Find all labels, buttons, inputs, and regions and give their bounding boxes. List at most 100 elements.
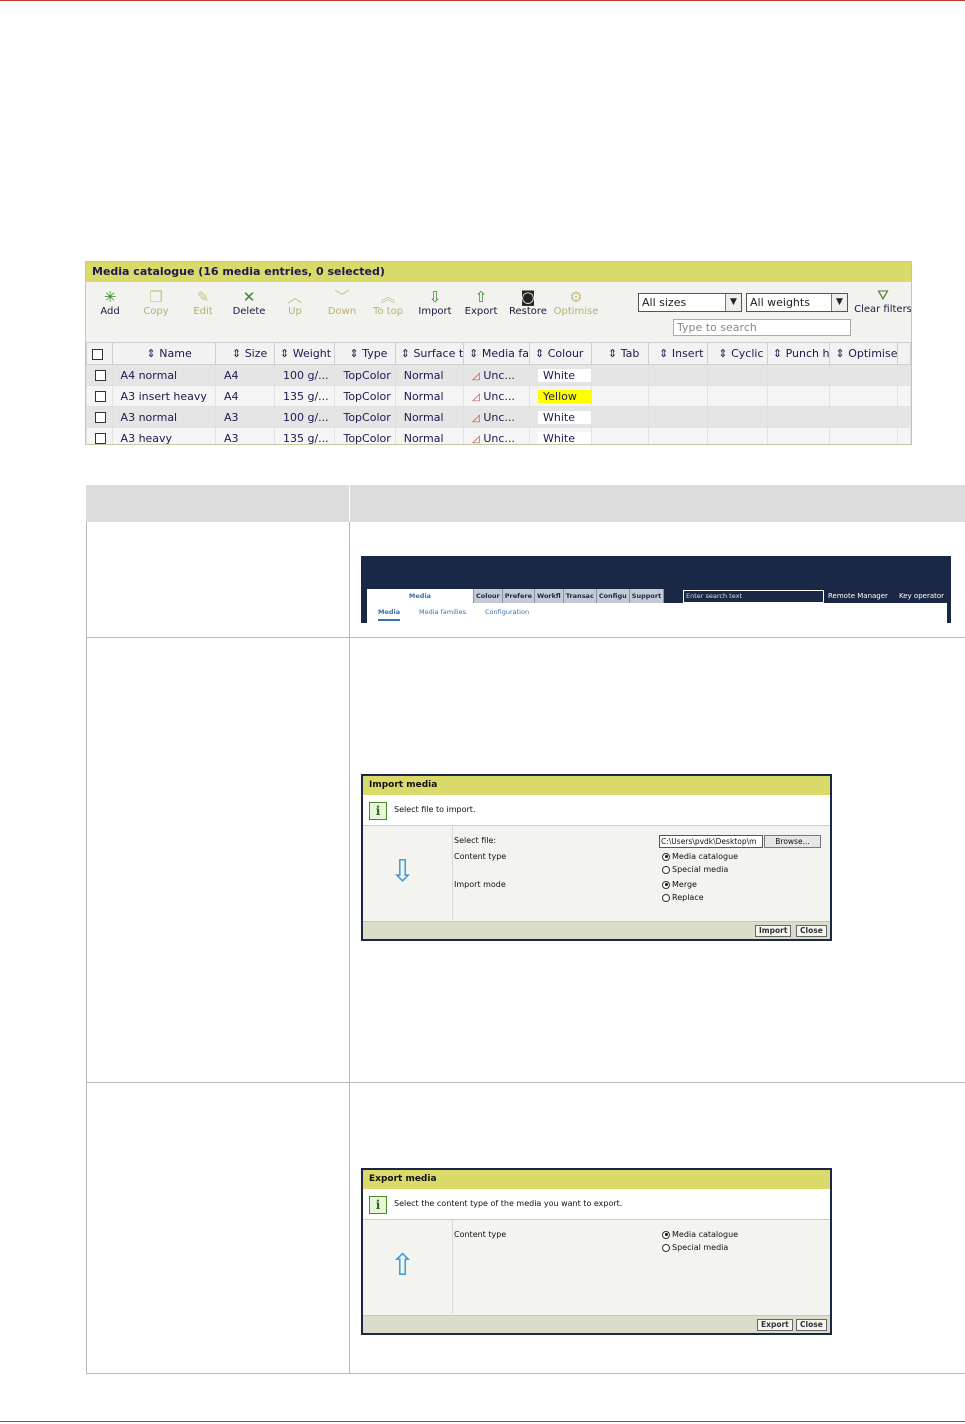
tab-support[interactable]: Support [629, 589, 665, 603]
size-filter-select[interactable]: All sizes ▼ [638, 293, 742, 312]
dialog-info-text: Select the content type of the media you… [394, 1199, 623, 1208]
media-family-icon: ◿ [472, 391, 480, 403]
subtab-media[interactable]: Media [378, 608, 401, 621]
radio-special-media[interactable]: Special media [662, 1243, 728, 1252]
export-large-icon: ⇧ [390, 1248, 416, 1283]
navigation-bar-screenshot: Media Colour Prefere Workfl Transac Conf… [361, 556, 951, 623]
row-checkbox[interactable] [86, 427, 113, 444]
table-row[interactable]: A3 insert heavy A4 135 g/... TopColor No… [86, 385, 911, 407]
column-header-spacer [897, 342, 911, 365]
media-family-icon: ◿ [472, 412, 480, 424]
export-button[interactable]: ⇧ Export [458, 288, 504, 317]
close-button[interactable]: Close [796, 925, 827, 937]
select-file-label: Select file: [454, 836, 497, 845]
edit-button[interactable]: ✎ Edit [180, 288, 226, 317]
select-all-checkbox[interactable] [86, 342, 113, 365]
table-row[interactable]: A3 heavy A3 135 g/... TopColor Normal ◿ … [86, 427, 911, 445]
tab-configuration[interactable]: Configu [596, 589, 630, 603]
import-media-dialog: Import media i Select file to import. ⇩ … [361, 774, 832, 941]
restore-button[interactable]: ◙ Restore [505, 288, 551, 317]
clear-filters-button[interactable]: ⛛ Clear filters [854, 288, 911, 315]
import-large-icon: ⇩ [390, 854, 416, 889]
column-header-type[interactable]: ⇕ Type [334, 342, 396, 365]
down-icon: ﹀ [334, 288, 350, 306]
add-icon: ✳ [103, 288, 117, 306]
remote-manager-link[interactable]: Remote Manager [828, 592, 888, 600]
column-header-surface[interactable]: ⇕ Surface t [394, 342, 465, 365]
browse-button[interactable]: Browse... [764, 835, 821, 848]
radio-replace[interactable]: Replace [662, 893, 704, 902]
restore-icon: ◙ [520, 288, 536, 306]
copy-icon: ❐ [149, 288, 163, 306]
radio-merge[interactable]: Merge [662, 880, 697, 889]
edit-icon: ✎ [196, 288, 210, 306]
tab-colour[interactable]: Colour [474, 589, 503, 603]
up-icon: ︿ [287, 288, 303, 306]
sub-tabs: Media Media families Configuration [367, 603, 947, 623]
column-header-media-family[interactable]: ⇕ Media fa [463, 342, 531, 365]
key-operator-link[interactable]: Key operator [899, 592, 944, 600]
export-icon: ⇧ [474, 288, 488, 306]
page-top-rule [0, 0, 965, 1]
up-button[interactable]: ︿ Up [272, 288, 318, 317]
subtab-configuration[interactable]: Configuration [485, 608, 529, 616]
column-header-name[interactable]: ⇕ Name [111, 342, 216, 365]
media-table: ⇕ Name ⇕ Size ⇕ Weight ⇕ Type ⇕ Surface … [86, 342, 911, 445]
delete-button[interactable]: ✕ Delete [226, 288, 272, 317]
to-top-icon: ︽ [380, 288, 396, 306]
info-icon: i [369, 1196, 387, 1214]
column-header-cyclic[interactable]: ⇕ Cyclic [707, 342, 768, 365]
export-media-dialog: Export media i Select the content type o… [361, 1168, 832, 1335]
row-checkbox[interactable] [86, 364, 113, 386]
tab-transactions[interactable]: Transac [563, 589, 597, 603]
content-type-label: Content type [454, 852, 507, 861]
optimise-button[interactable]: ⚙ Optimise [553, 288, 599, 317]
column-header-size[interactable]: ⇕ Size [214, 342, 276, 365]
import-button[interactable]: ⇩ Import [412, 288, 458, 317]
weight-filter-select[interactable]: All weights ▼ [746, 293, 848, 312]
table-row[interactable]: A3 normal A3 100 g/... TopColor Normal ◿… [86, 406, 911, 428]
funnel-clear-icon: ⛛ [877, 288, 889, 304]
file-path-input[interactable]: C:\Users\pvdk\Desktop\m [659, 835, 763, 848]
catalogue-search-input[interactable]: Type to search [673, 319, 851, 336]
tab-preferences[interactable]: Prefere [502, 589, 535, 603]
main-tabs: Media Colour Prefere Workfl Transac Conf… [367, 589, 665, 603]
table-row[interactable]: A4 normal A4 100 g/... TopColor Normal ◿… [86, 364, 911, 386]
info-icon: i [369, 802, 387, 820]
to-top-button[interactable]: ︽ To top [365, 288, 411, 317]
column-header-punch[interactable]: ⇕ Punch h [766, 342, 831, 365]
subtab-media-families[interactable]: Media families [419, 608, 466, 616]
column-header-weight[interactable]: ⇕ Weight [273, 342, 336, 365]
column-header-tab[interactable]: ⇕ Tab [591, 342, 650, 365]
column-header-optimise[interactable]: ⇕ Optimise [829, 342, 899, 365]
content-type-label: Content type [454, 1230, 507, 1239]
tab-workflow[interactable]: Workfl [535, 589, 564, 603]
row-checkbox[interactable] [86, 406, 113, 428]
media-family-icon: ◿ [472, 433, 480, 445]
optimise-icon: ⚙ [569, 288, 583, 306]
dialog-title: Import media [363, 776, 830, 795]
dialog-info-text: Select file to import. [394, 805, 476, 814]
nav-search-input[interactable]: Enter search text [683, 590, 824, 603]
add-button[interactable]: ✳ Add [87, 288, 133, 317]
dialog-title: Export media [363, 1170, 830, 1189]
column-header-colour[interactable]: ⇕ Colour [529, 342, 593, 365]
down-button[interactable]: ﹀ Down [319, 288, 365, 317]
copy-button[interactable]: ❐ Copy [133, 288, 179, 317]
close-button[interactable]: Close [796, 1319, 827, 1331]
radio-special-media[interactable]: Special media [662, 865, 728, 874]
export-confirm-button[interactable]: Export [757, 1319, 793, 1331]
import-confirm-button[interactable]: Import [755, 925, 792, 937]
delete-icon: ✕ [242, 288, 256, 306]
chevron-down-icon: ▼ [725, 294, 741, 311]
tab-media[interactable]: Media [367, 589, 474, 603]
column-header-insert[interactable]: ⇕ Insert [648, 342, 709, 365]
radio-media-catalogue[interactable]: Media catalogue [662, 852, 738, 861]
import-icon: ⇩ [428, 288, 442, 306]
row-checkbox[interactable] [86, 385, 113, 407]
document-table-header [86, 485, 965, 522]
page-bottom-rule [0, 1421, 965, 1422]
import-mode-label: Import mode [454, 880, 506, 889]
media-family-icon: ◿ [472, 370, 480, 382]
radio-media-catalogue[interactable]: Media catalogue [662, 1230, 738, 1239]
